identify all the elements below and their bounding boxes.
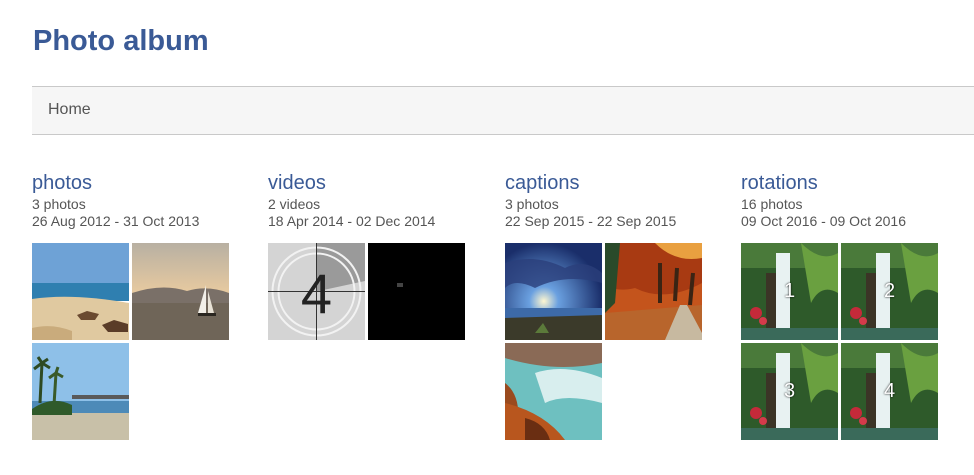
- album-videos: videos 2 videos 18 Apr 2014 - 02 Dec 201…: [268, 170, 478, 340]
- thumbnail-waterfall-3[interactable]: 3: [741, 343, 838, 440]
- album-captions: captions 3 photos 22 Sep 2015 - 22 Sep 2…: [505, 170, 715, 440]
- album-title-link[interactable]: videos: [268, 170, 478, 196]
- album-date-range: 22 Sep 2015 - 22 Sep 2015: [505, 213, 677, 229]
- thumbnail-number: 4: [883, 380, 896, 402]
- thumbnail-waterfall-2[interactable]: 2: [841, 243, 938, 340]
- thumbnail-countdown-video[interactable]: 4: [268, 243, 365, 340]
- album-date-range: 09 Oct 2016 - 09 Oct 2016: [741, 213, 906, 229]
- thumbnail-sailboat[interactable]: [132, 243, 229, 340]
- thumbnail-number: 2: [883, 280, 896, 302]
- album-title-link[interactable]: photos: [32, 170, 242, 196]
- album-photos: photos 3 photos 26 Aug 2012 - 31 Oct 201…: [32, 170, 242, 440]
- thumbnail-beach[interactable]: [32, 243, 129, 340]
- album-title-link[interactable]: rotations: [741, 170, 951, 196]
- thumbnail-palm-jetty[interactable]: [32, 343, 129, 440]
- thumbnail-sunset-clouds[interactable]: [505, 243, 602, 340]
- countdown-digit: 4: [301, 262, 332, 325]
- thumbnail-waterfall-1[interactable]: 1: [741, 243, 838, 340]
- album-date-range: 26 Aug 2012 - 31 Oct 2013: [32, 213, 200, 229]
- thumbnail-waterfall-4[interactable]: 4: [841, 343, 938, 440]
- album-title-link[interactable]: captions: [505, 170, 715, 196]
- album-count: 3 photos: [505, 196, 559, 212]
- thumbnail-number: 1: [783, 280, 796, 302]
- breadcrumb-home-link[interactable]: Home: [48, 101, 91, 119]
- album-count: 3 photos: [32, 196, 86, 212]
- page-title: Photo album: [33, 25, 209, 57]
- thumbnail-dark-video[interactable]: [368, 243, 465, 340]
- album-date-range: 18 Apr 2014 - 02 Dec 2014: [268, 213, 436, 229]
- album-count: 16 photos: [741, 196, 803, 212]
- thumbnail-autumn-trees[interactable]: [605, 243, 702, 340]
- album-rotations: rotations 16 photos 09 Oct 2016 - 09 Oct…: [741, 170, 951, 440]
- thumbnail-number: 3: [783, 380, 796, 402]
- thumbnail-rocky-sea[interactable]: [505, 343, 602, 440]
- breadcrumb: Home: [32, 86, 974, 135]
- album-count: 2 videos: [268, 196, 321, 212]
